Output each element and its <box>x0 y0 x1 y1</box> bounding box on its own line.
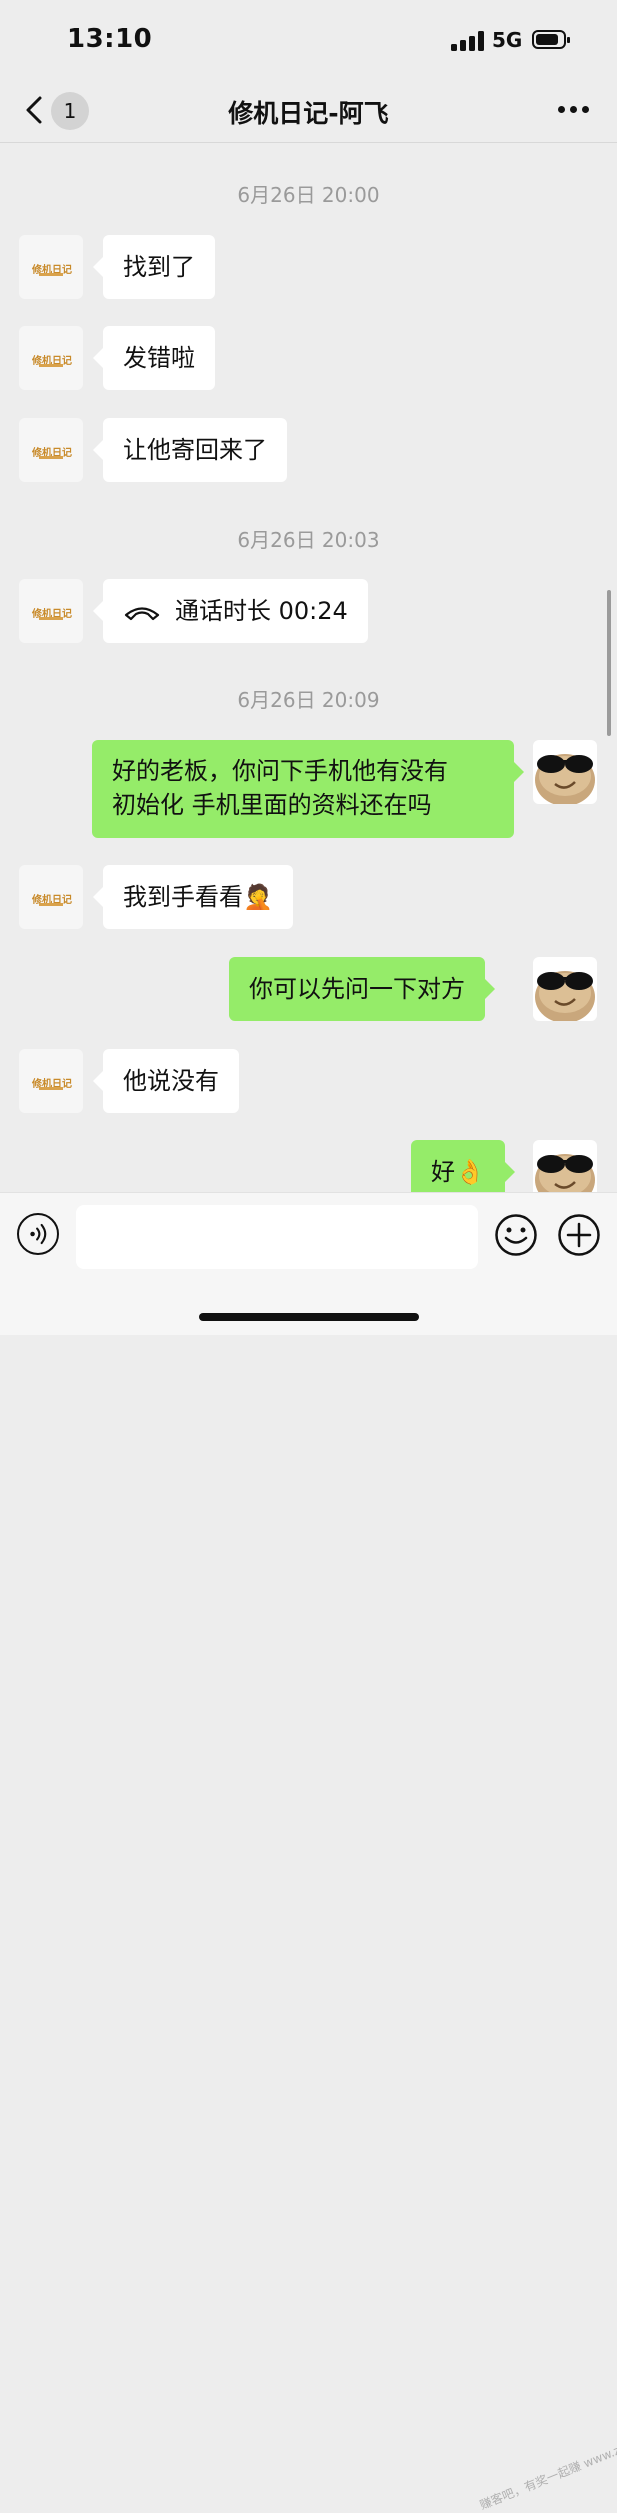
contact-avatar[interactable]: 修机日记 <box>19 326 83 390</box>
timestamp: 6月26日 20:03 <box>237 528 380 552</box>
incoming-message[interactable]: 我到手看看🤦 <box>93 865 293 929</box>
sunglasses-face-icon <box>535 971 595 1021</box>
call-record-message[interactable]: 通话时长 00:24 <box>93 579 368 643</box>
status-time: 13:10 <box>67 24 153 54</box>
voice-icon[interactable] <box>17 1213 59 1255</box>
contact-avatar[interactable]: 修机日记 <box>19 579 83 643</box>
contact-avatar[interactable]: 修机日记 <box>19 418 83 482</box>
watermark: 赚客吧，有奖一起赚 www.zuanke8.com <box>477 2415 617 2513</box>
my-avatar[interactable] <box>533 740 597 804</box>
chat-header: 1 修机日记-阿飞 <box>0 80 617 143</box>
message-list[interactable]: 6月26日 20:00 修机日记 找到了 修机日记 发错啦 修机日记 让他寄回来… <box>0 143 617 1193</box>
outgoing-message[interactable]: 好👌 <box>411 1140 515 1193</box>
sunglasses-face-icon <box>535 754 595 804</box>
more-icon[interactable] <box>556 106 590 116</box>
outgoing-message[interactable]: 你可以先问一下对方 <box>229 957 495 1021</box>
contact-avatar[interactable]: 修机日记 <box>19 235 83 299</box>
plus-icon[interactable] <box>557 1213 601 1257</box>
incoming-message[interactable]: 他说没有 <box>93 1049 239 1113</box>
contact-avatar[interactable]: 修机日记 <box>19 865 83 929</box>
timestamp: 6月26日 20:09 <box>237 688 380 712</box>
status-bar: 13:10 5G <box>0 0 617 80</box>
network-type: 5G <box>492 28 523 52</box>
chat-title: 修机日记-阿飞 <box>228 99 389 128</box>
emoji-icon[interactable] <box>494 1213 538 1257</box>
call-duration: 通话时长 00:24 <box>175 597 348 625</box>
incoming-message[interactable]: 发错啦 <box>93 326 215 390</box>
scrollbar[interactable] <box>607 590 611 736</box>
incoming-message[interactable]: 让他寄回来了 <box>93 418 287 482</box>
contact-avatar[interactable]: 修机日记 <box>19 1049 83 1113</box>
incoming-message[interactable]: 找到了 <box>93 235 215 299</box>
message-input[interactable] <box>76 1205 478 1269</box>
my-avatar[interactable] <box>533 1140 597 1193</box>
my-avatar[interactable] <box>533 957 597 1021</box>
call-icon <box>124 607 160 621</box>
battery-icon <box>532 30 570 49</box>
signal-icon <box>451 31 485 51</box>
timestamp: 6月26日 20:00 <box>237 183 380 207</box>
sunglasses-face-icon <box>535 1154 595 1193</box>
outgoing-message[interactable]: 好的老板，你问下手机他有没有 初始化 手机里面的资料还在吗 <box>92 740 524 838</box>
home-indicator[interactable] <box>199 1313 419 1321</box>
